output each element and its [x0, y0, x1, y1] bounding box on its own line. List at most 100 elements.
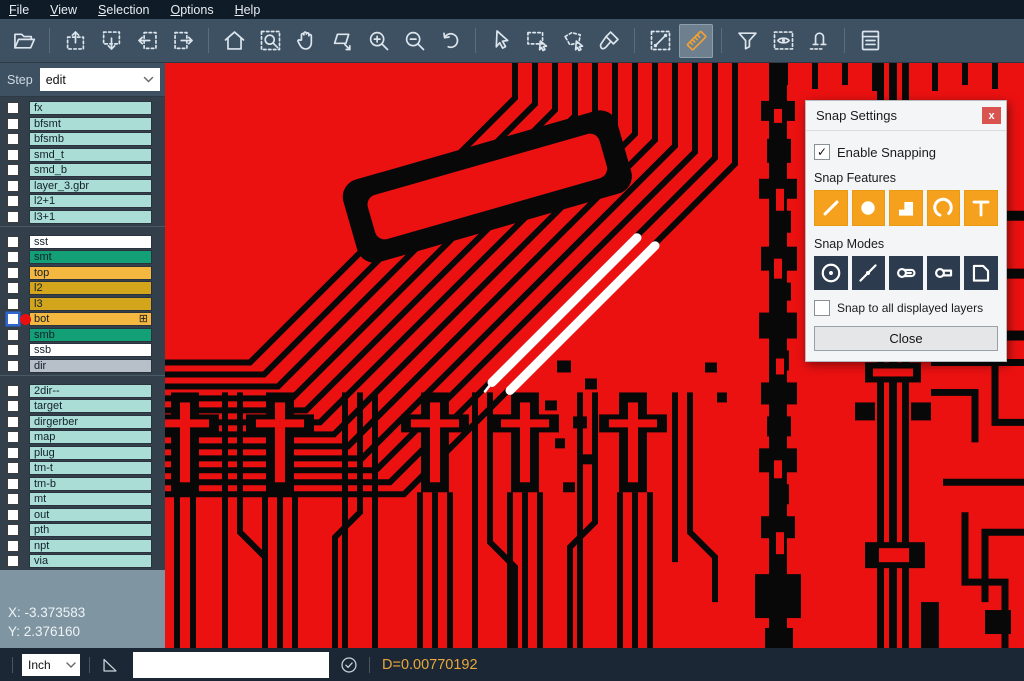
layer-bar[interactable]: ssb [29, 343, 152, 357]
filter-button[interactable] [730, 24, 764, 58]
layer-bar[interactable]: plug [29, 446, 152, 460]
snap-center-button[interactable] [814, 256, 848, 290]
step-select[interactable]: edit [40, 68, 160, 91]
menu-help[interactable]: Help [235, 3, 261, 17]
layer-visibility-checkbox[interactable] [7, 251, 19, 263]
snap-pad-button[interactable] [852, 190, 886, 226]
report-button[interactable] [853, 24, 887, 58]
home-button[interactable] [217, 24, 251, 58]
pan-view-button[interactable] [325, 24, 359, 58]
layer-bar[interactable]: fx [29, 101, 152, 115]
layer-bar[interactable]: map [29, 430, 152, 444]
layer-visibility-checkbox[interactable] [7, 344, 19, 356]
layer-visibility-checkbox[interactable] [7, 329, 19, 341]
layer-bar[interactable]: smd_t [29, 148, 152, 162]
panel-down-button[interactable] [94, 24, 128, 58]
layer-visibility-checkbox[interactable] [7, 385, 19, 397]
layer-bar[interactable]: pth [29, 523, 152, 537]
view-box-button[interactable] [766, 24, 800, 58]
dialog-title-bar[interactable]: Snap Settings x [806, 101, 1006, 131]
layer-bar[interactable]: l3+1 [29, 210, 152, 224]
select-rect-button[interactable] [520, 24, 554, 58]
layer-visibility-checkbox[interactable] [7, 360, 19, 372]
corner-angle-icon[interactable] [99, 654, 121, 676]
panel-left-button[interactable] [130, 24, 164, 58]
brush-button[interactable] [592, 24, 626, 58]
snap-midpoint-button[interactable] [852, 256, 886, 290]
layer-bar[interactable]: 2dir-- [29, 384, 152, 398]
snap-line-button[interactable] [814, 190, 848, 226]
layer-bar[interactable]: mt [29, 492, 152, 506]
layer-bar[interactable]: l3 [29, 297, 152, 311]
layer-visibility-checkbox[interactable] [7, 267, 19, 279]
layer-visibility-checkbox[interactable] [7, 133, 19, 145]
snap-slot-button[interactable] [927, 256, 961, 290]
select-poly-button[interactable] [556, 24, 590, 58]
layer-bar[interactable]: dir [29, 359, 152, 373]
snap-button[interactable] [802, 24, 836, 58]
measure-input[interactable] [133, 652, 329, 678]
layer-bar[interactable]: layer_3.gbr [29, 179, 152, 193]
zoom-previous-button[interactable] [433, 24, 467, 58]
layer-bar[interactable]: bot⊞ [29, 312, 152, 326]
layer-visibility-checkbox[interactable] [7, 118, 19, 130]
layer-visibility-checkbox[interactable] [7, 102, 19, 114]
layer-visibility-checkbox[interactable] [7, 400, 19, 412]
zoom-out-button[interactable] [397, 24, 431, 58]
measure-line-button[interactable] [643, 24, 677, 58]
layer-bar[interactable]: bfsmb [29, 132, 152, 146]
menu-file[interactable]: File [9, 3, 29, 17]
layer-bar[interactable]: tm-t [29, 461, 152, 475]
circle-check-icon[interactable] [338, 654, 360, 676]
layer-visibility-checkbox[interactable] [7, 493, 19, 505]
layer-visibility-checkbox[interactable] [7, 431, 19, 443]
panel-up-button[interactable] [58, 24, 92, 58]
layer-bar[interactable]: via [29, 554, 152, 568]
layer-bar[interactable]: dirgerber [29, 415, 152, 429]
layer-visibility-checkbox[interactable] [7, 555, 19, 567]
layer-bar[interactable]: sst [29, 235, 152, 249]
layer-visibility-checkbox[interactable] [7, 313, 19, 325]
layer-visibility-checkbox[interactable] [7, 447, 19, 459]
layer-bar[interactable]: tm-b [29, 477, 152, 491]
layer-bar[interactable]: l2 [29, 281, 152, 295]
layer-visibility-checkbox[interactable] [7, 416, 19, 428]
layer-bar[interactable]: npt [29, 539, 152, 553]
enable-snapping-checkbox[interactable]: ✓ Enable Snapping [814, 144, 998, 160]
layer-visibility-checkbox[interactable] [7, 462, 19, 474]
zoom-in-button[interactable] [361, 24, 395, 58]
snap-slot-end-button[interactable] [889, 256, 923, 290]
ruler-button[interactable] [679, 24, 713, 58]
layer-visibility-checkbox[interactable] [7, 509, 19, 521]
layer-visibility-checkbox[interactable] [7, 195, 19, 207]
snap-all-layers-checkbox[interactable]: Snap to all displayed layers [814, 300, 998, 316]
layer-visibility-checkbox[interactable] [7, 211, 19, 223]
snap-text-button[interactable] [964, 190, 998, 226]
layer-visibility-checkbox[interactable] [7, 236, 19, 248]
layer-bar[interactable]: target [29, 399, 152, 413]
checkbox-unchecked[interactable] [814, 300, 830, 316]
snap-corner-button[interactable] [964, 256, 998, 290]
layer-visibility-checkbox[interactable] [7, 282, 19, 294]
layer-bar[interactable]: smd_b [29, 163, 152, 177]
layer-visibility-checkbox[interactable] [7, 524, 19, 536]
menu-options[interactable]: Options [170, 3, 213, 17]
units-select[interactable]: Inch [22, 654, 80, 676]
close-button[interactable]: Close [814, 326, 998, 351]
snap-arc-button[interactable] [927, 190, 961, 226]
menu-view[interactable]: View [50, 3, 77, 17]
layer-bar[interactable]: out [29, 508, 152, 522]
layer-visibility-checkbox[interactable] [7, 478, 19, 490]
menu-selection[interactable]: Selection [98, 3, 149, 17]
layer-visibility-checkbox[interactable] [7, 149, 19, 161]
layer-bar[interactable]: smb [29, 328, 152, 342]
zoom-region-button[interactable] [253, 24, 287, 58]
select-cursor-button[interactable] [484, 24, 518, 58]
layer-visibility-checkbox[interactable] [7, 540, 19, 552]
dialog-close-button[interactable]: x [982, 107, 1001, 124]
pan-hand-button[interactable] [289, 24, 323, 58]
layer-bar[interactable]: l2+1 [29, 194, 152, 208]
open-folder-button[interactable] [7, 24, 41, 58]
layer-bar[interactable]: smt [29, 250, 152, 264]
pcb-canvas[interactable]: Snap Settings x ✓ Enable Snapping Snap F… [165, 63, 1024, 648]
